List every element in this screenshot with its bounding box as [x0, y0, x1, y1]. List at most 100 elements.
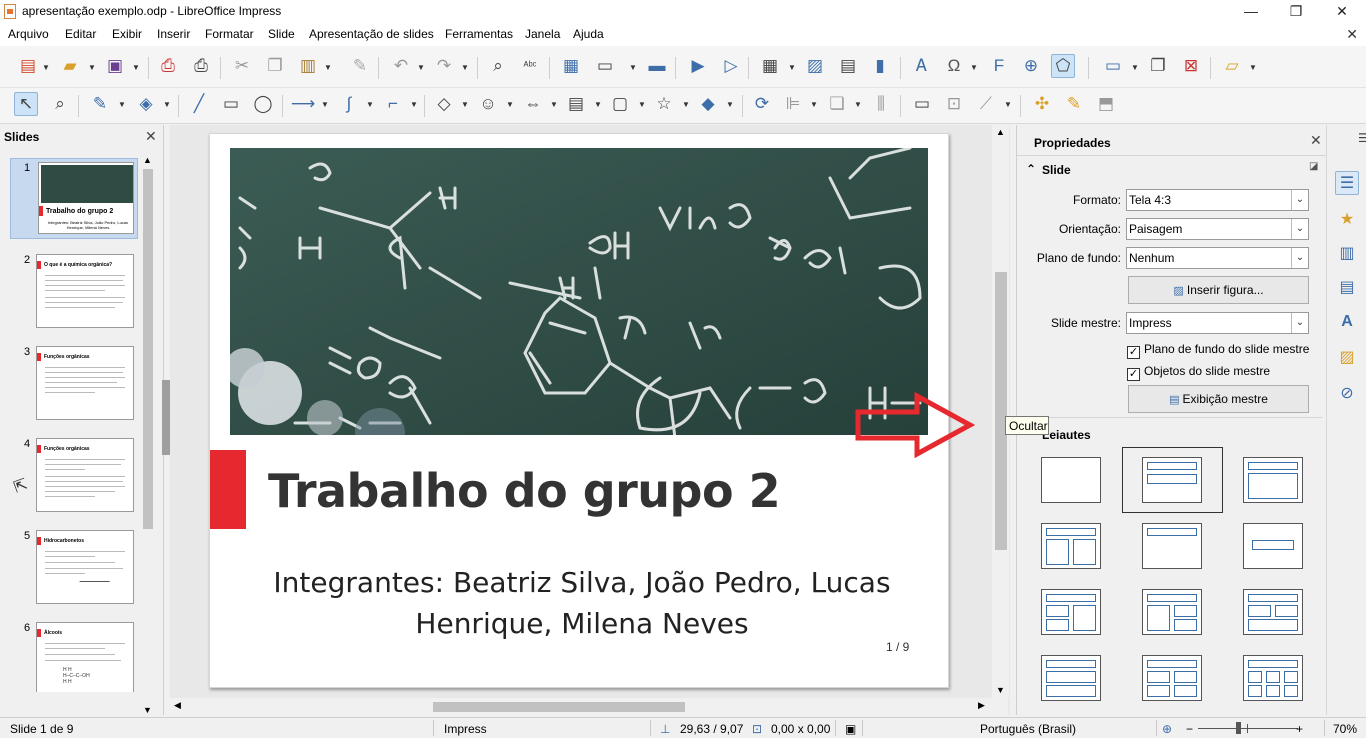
- chevron-down-icon[interactable]: ⌄: [1291, 313, 1308, 333]
- scroll-left-icon[interactable]: ◀: [174, 700, 181, 711]
- delete-slide-icon[interactable]: ⊠: [1179, 54, 1203, 78]
- chevron-down-icon[interactable]: ▼: [321, 100, 329, 109]
- line-icon[interactable]: ╱: [187, 92, 211, 116]
- layout-blank[interactable]: [1041, 457, 1101, 503]
- zoom-in-icon[interactable]: +: [1296, 722, 1303, 736]
- chevron-down-icon[interactable]: ⌄: [1291, 219, 1308, 239]
- slide-thumbnail-1[interactable]: Trabalho do grupo 2 Integrantes: Beatriz…: [38, 162, 134, 234]
- gallery-tab-icon[interactable]: ▨: [1335, 345, 1359, 369]
- rotate-icon[interactable]: ⟳: [750, 92, 774, 116]
- chevron-down-icon[interactable]: ▼: [550, 100, 558, 109]
- show-draw-functions-icon[interactable]: ⬠: [1051, 54, 1075, 78]
- layout-title-content-2content[interactable]: [1142, 589, 1202, 635]
- open-folder-icon[interactable]: ▰: [58, 54, 82, 78]
- chevron-down-icon[interactable]: ▼: [638, 100, 646, 109]
- restore-button[interactable]: ❐: [1273, 0, 1319, 24]
- menu-formatar[interactable]: Formatar: [205, 27, 254, 41]
- chevron-down-icon[interactable]: ▼: [970, 63, 978, 72]
- workspace-horizontal-scrollbar[interactable]: ◀ ▶: [170, 698, 1008, 715]
- cut-icon[interactable]: ✂: [230, 54, 254, 78]
- points-icon[interactable]: ✣: [1030, 92, 1054, 116]
- grid-icon[interactable]: ▦: [559, 54, 583, 78]
- copy-icon[interactable]: ❐: [263, 54, 287, 78]
- paste-icon[interactable]: ▥: [296, 54, 320, 78]
- zoom-icon[interactable]: ⌕: [48, 92, 72, 116]
- ellipse-icon[interactable]: ◯: [251, 92, 275, 116]
- workspace-vertical-scrollbar[interactable]: ▲ ▼: [992, 125, 1009, 698]
- zoom-out-icon[interactable]: −: [1186, 722, 1193, 736]
- close-document-icon[interactable]: ✕: [1346, 26, 1358, 43]
- hide-pane-handle[interactable]: [162, 380, 170, 455]
- menu-ajuda[interactable]: Ajuda: [573, 27, 604, 41]
- format-select[interactable]: Tela 4:3 ⌄: [1126, 189, 1309, 211]
- menu-exibir[interactable]: Exibir: [112, 27, 142, 41]
- chevron-down-icon[interactable]: ▼: [1249, 63, 1257, 72]
- scroll-down-icon[interactable]: ▼: [143, 705, 152, 715]
- slide-thumbnail-4[interactable]: Funções orgânicas: [36, 438, 134, 512]
- 3d-objects-icon[interactable]: ◆: [696, 92, 720, 116]
- properties-close-button[interactable]: ✕: [1310, 132, 1322, 149]
- menu-inserir[interactable]: Inserir: [157, 27, 190, 41]
- glue-points-icon[interactable]: ✎: [1062, 92, 1086, 116]
- chevron-down-icon[interactable]: ▼: [410, 100, 418, 109]
- scroll-right-icon[interactable]: ▶: [978, 700, 985, 711]
- arrange-icon[interactable]: ❏: [825, 92, 849, 116]
- slide-layout-icon[interactable]: ▱: [1220, 54, 1244, 78]
- zoom-slider-knob[interactable]: [1236, 722, 1241, 734]
- chevron-down-icon[interactable]: ▼: [810, 100, 818, 109]
- chevron-down-icon[interactable]: ▼: [417, 63, 425, 72]
- slide-thumbnail-5[interactable]: Hidrocarbonetos: [36, 530, 134, 604]
- minimize-button[interactable]: —: [1228, 0, 1274, 24]
- document-modified-icon[interactable]: ▣: [845, 722, 856, 736]
- chevron-down-icon[interactable]: ▼: [682, 100, 690, 109]
- toggle-extrusion-icon[interactable]: ⬒: [1094, 92, 1118, 116]
- master-slide-select[interactable]: Impress ⌄: [1126, 312, 1309, 334]
- layout-title-2content-over-content[interactable]: [1243, 589, 1303, 635]
- menu-slide[interactable]: Slide: [268, 27, 295, 41]
- master-view-button[interactable]: ▤ Exibição mestre: [1128, 385, 1309, 413]
- scrollbar-thumb[interactable]: [995, 272, 1007, 550]
- display-views-icon[interactable]: ▭: [593, 54, 617, 78]
- layout-title-slide[interactable]: [1142, 457, 1202, 503]
- animation-tab-icon[interactable]: ▥: [1335, 241, 1359, 265]
- new-slide-icon[interactable]: ▭: [1101, 54, 1125, 78]
- chevron-down-icon[interactable]: ▼: [88, 63, 96, 72]
- zoom-level[interactable]: 70%: [1333, 722, 1357, 736]
- chemistry-blackboard-image[interactable]: [230, 148, 928, 435]
- chevron-down-icon[interactable]: ▼: [506, 100, 514, 109]
- select-icon[interactable]: ↖: [14, 92, 38, 116]
- scroll-up-icon[interactable]: ▲: [996, 127, 1005, 137]
- menu-editar[interactable]: Editar: [65, 27, 96, 41]
- connector-icon[interactable]: ⌐: [381, 92, 405, 116]
- layout-title-content[interactable]: [1243, 457, 1303, 503]
- chevron-down-icon[interactable]: ▼: [461, 63, 469, 72]
- image-icon[interactable]: ▨: [803, 54, 827, 78]
- fit-slide-icon[interactable]: ⊕: [1162, 722, 1172, 736]
- chart-icon[interactable]: ▮: [868, 54, 892, 78]
- sidebar-menu-icon[interactable]: ☰: [1358, 131, 1366, 145]
- chevron-down-icon[interactable]: ▼: [118, 100, 126, 109]
- master-slides-tab-icon[interactable]: ▤: [1335, 275, 1359, 299]
- layout-centered-text[interactable]: [1243, 523, 1303, 569]
- clone-formatting-icon[interactable]: ✎: [348, 54, 372, 78]
- scrollbar-thumb[interactable]: [433, 702, 685, 712]
- distribute-icon[interactable]: ⫼: [869, 92, 893, 116]
- symbol-shapes-icon[interactable]: ☺: [476, 92, 500, 116]
- crop-icon[interactable]: ⊡: [942, 92, 966, 116]
- export-pdf-icon[interactable]: ⎙: [156, 54, 180, 78]
- insert-image-button[interactable]: ▨ Inserir figura...: [1128, 276, 1309, 304]
- duplicate-slide-icon[interactable]: ❐: [1146, 54, 1170, 78]
- align-icon[interactable]: ⊫: [781, 92, 805, 116]
- background-select[interactable]: Nenhum ⌄: [1126, 247, 1309, 269]
- chevron-down-icon[interactable]: ⌄: [1291, 248, 1308, 268]
- shadow-icon[interactable]: ▭: [910, 92, 934, 116]
- orientation-select[interactable]: Paisagem ⌄: [1126, 218, 1309, 240]
- more-options-icon[interactable]: ◪: [1309, 161, 1318, 172]
- master-slide-icon[interactable]: ▬: [645, 54, 669, 78]
- chevron-down-icon[interactable]: ▼: [324, 63, 332, 72]
- callout-icon[interactable]: ▢: [608, 92, 632, 116]
- hyperlink-icon[interactable]: ⊕: [1019, 54, 1043, 78]
- text-box-icon[interactable]: Ꭺ: [910, 54, 934, 78]
- styles-tab-icon[interactable]: A: [1335, 310, 1359, 334]
- slides-pane-close-button[interactable]: ✕: [145, 128, 157, 145]
